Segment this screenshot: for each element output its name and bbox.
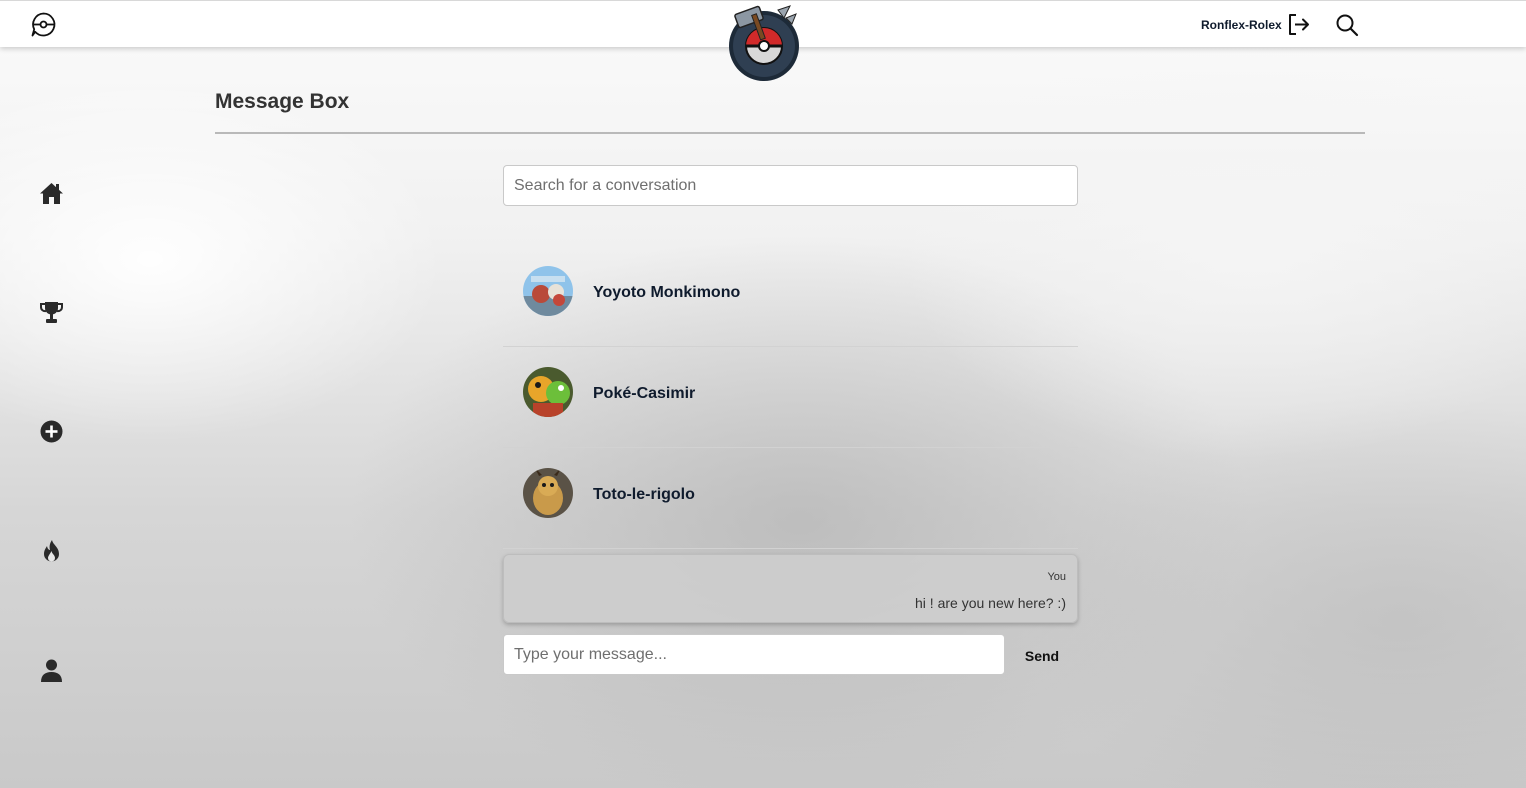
title-divider: [215, 132, 1365, 134]
conversation-search-input[interactable]: [503, 165, 1078, 206]
logout-icon[interactable]: [1286, 12, 1311, 37]
conversation-name: Toto-le-rigolo: [593, 486, 695, 503]
pokeball-chat-icon[interactable]: [30, 11, 57, 38]
user-icon: [41, 659, 62, 682]
send-button[interactable]: Send: [1018, 642, 1066, 670]
page-title: Message Box: [215, 90, 350, 113]
search-icon[interactable]: [1335, 13, 1359, 37]
avatar: [523, 468, 573, 518]
avatar: [523, 367, 573, 417]
home-icon: [40, 183, 63, 204]
sidebar-item-trophy[interactable]: [38, 299, 65, 326]
conversation-name: Yoyoto Monkimono: [593, 284, 741, 301]
sidebar-item-trending[interactable]: [38, 538, 65, 565]
conversation-item[interactable]: Yoyoto Monkimono: [503, 246, 1078, 347]
sidebar-item-home[interactable]: [38, 180, 65, 207]
sidebar-item-create[interactable]: [38, 418, 65, 445]
avatar: [523, 266, 573, 316]
sidebar-item-profile[interactable]: [38, 657, 65, 684]
poke-crafter-logo[interactable]: [726, 4, 802, 82]
message-text: hi ! are you new here? :): [915, 595, 1066, 611]
conversation-item[interactable]: Poké-Casimir: [503, 347, 1078, 448]
conversation-name: Poké-Casimir: [593, 385, 696, 402]
username-link[interactable]: Ronflex-Rolex: [1201, 18, 1282, 32]
trophy-icon: [40, 302, 63, 323]
fire-icon: [44, 540, 59, 562]
message-input[interactable]: [503, 634, 1005, 675]
message-sender: You: [1047, 571, 1066, 583]
message-thread: You hi ! are you new here? :): [503, 554, 1078, 623]
conversation-list: Yoyoto Monkimono Poké-Casimir Toto-le-ri…: [503, 246, 1078, 549]
conversation-item[interactable]: Toto-le-rigolo: [503, 448, 1078, 549]
plus-circle-icon: [40, 420, 63, 443]
